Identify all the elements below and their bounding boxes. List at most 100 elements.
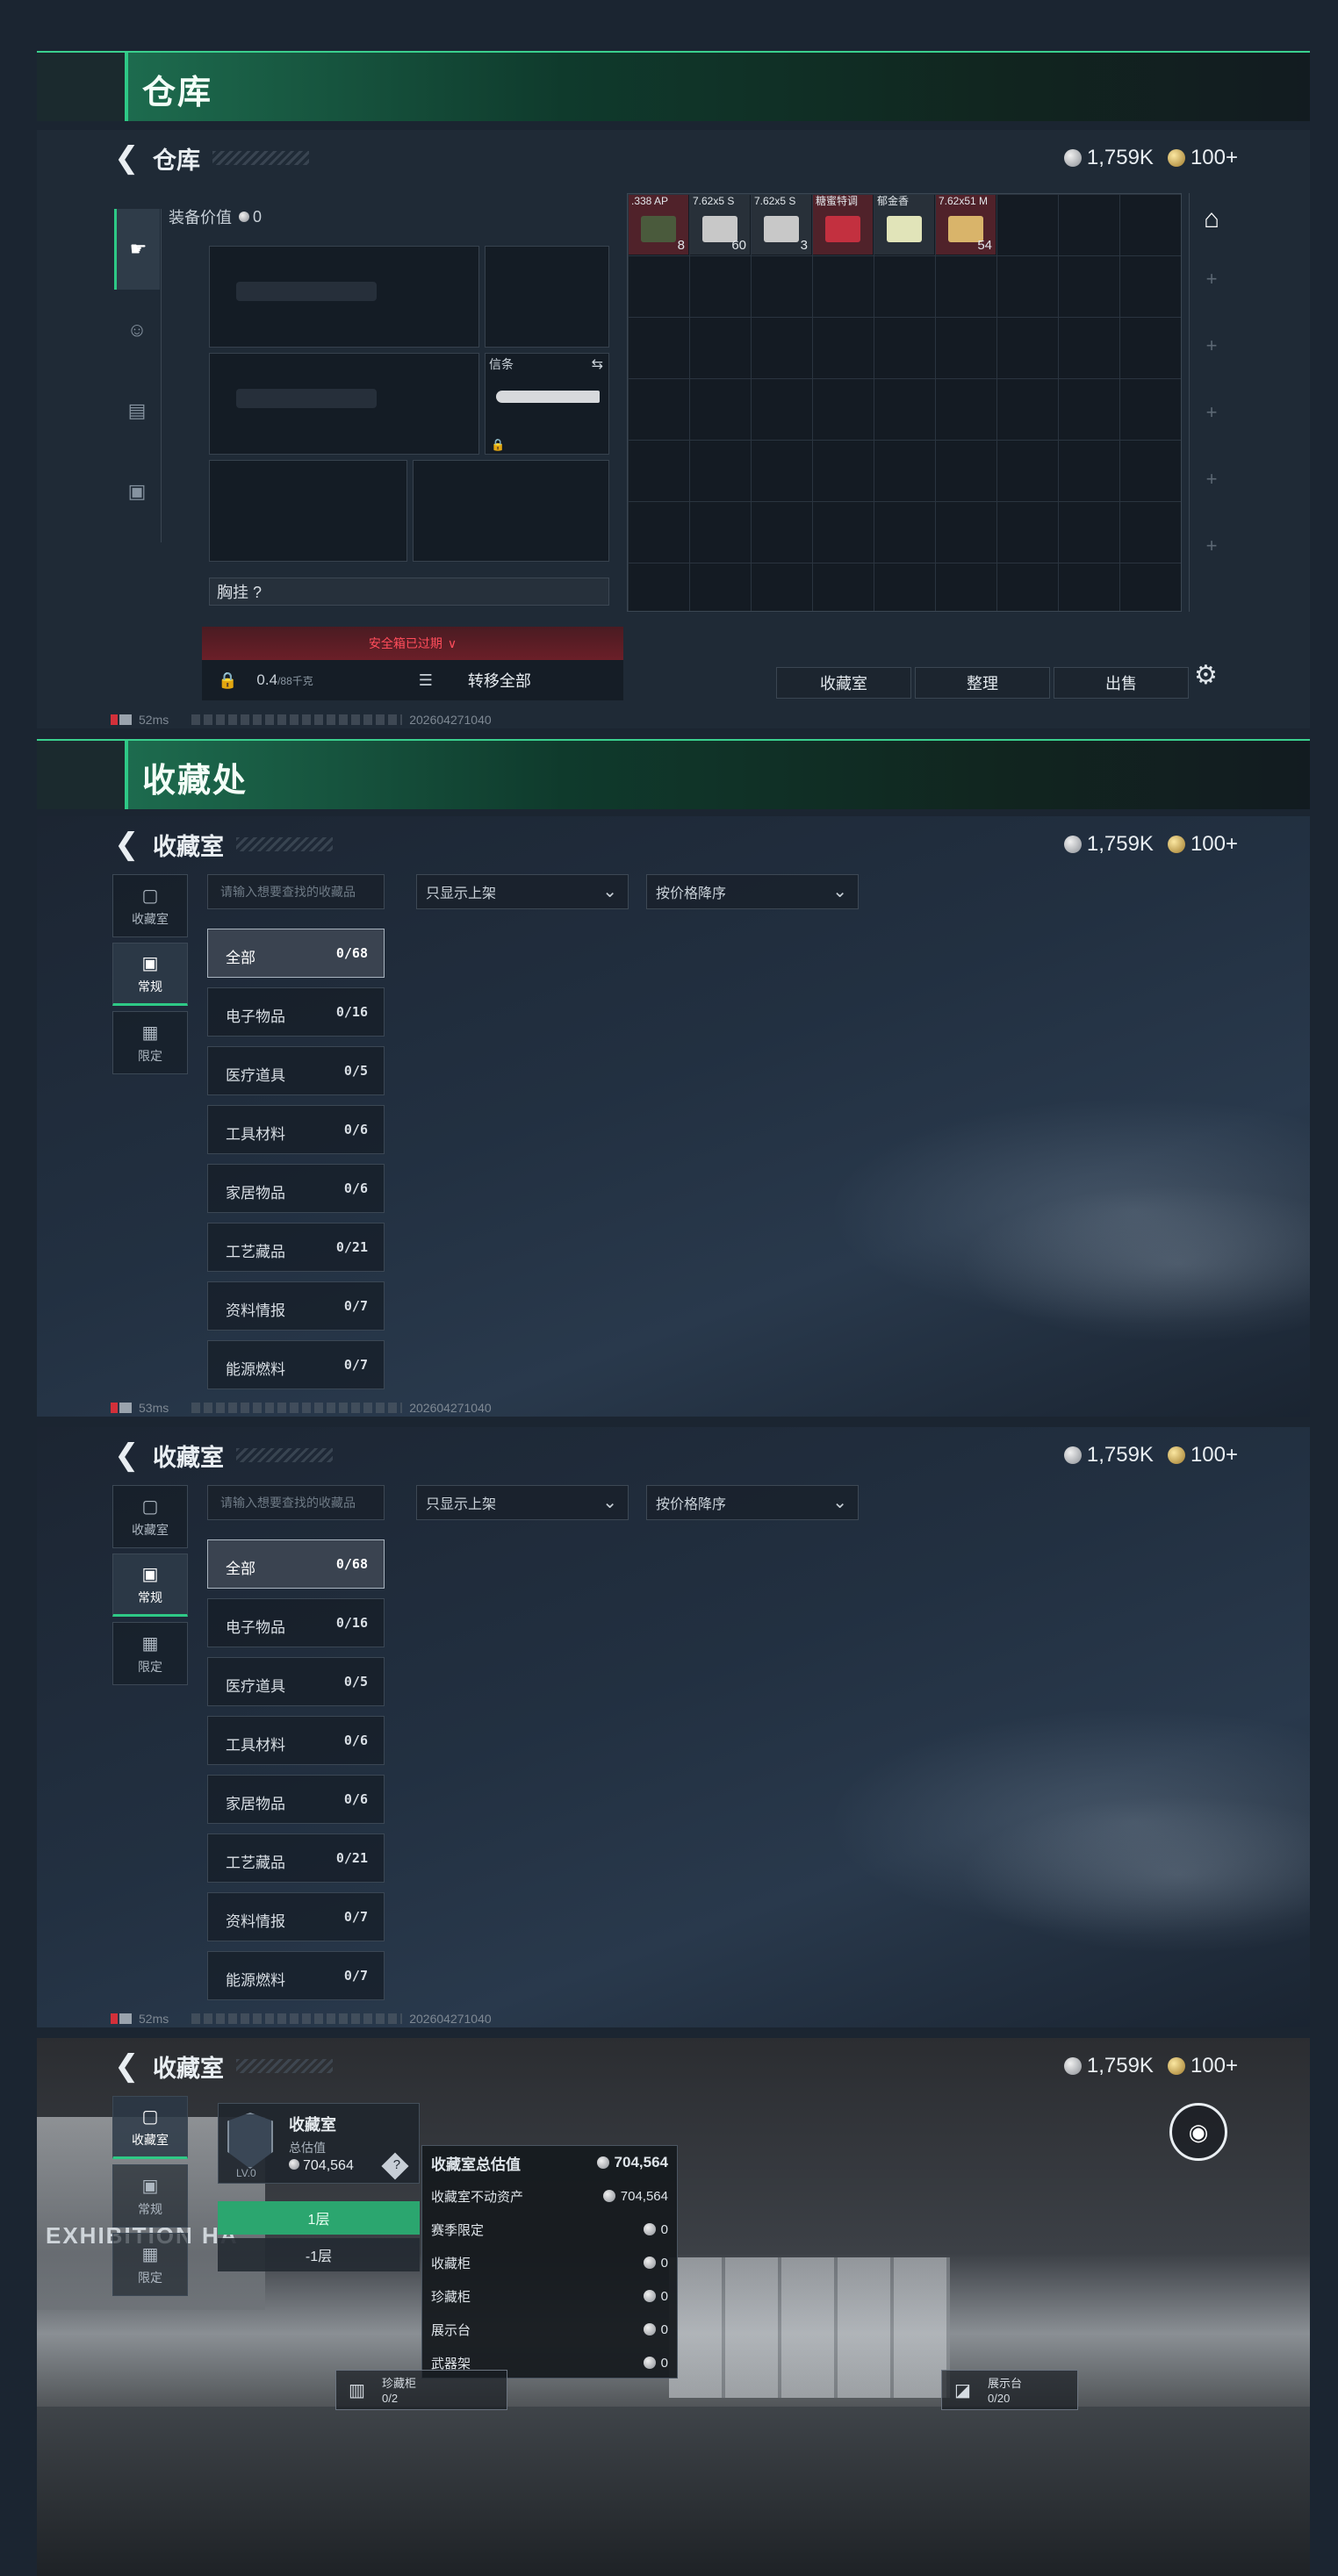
category-item[interactable]: 家居物品 0/6 <box>207 1775 385 1824</box>
item-icon <box>825 216 860 242</box>
back-arrow-icon[interactable]: ❮ <box>114 827 149 862</box>
page-title: 仓库 <box>153 147 200 174</box>
category-item[interactable]: 全部 0/68 <box>207 929 385 978</box>
page-nav: ❮ 收藏室 <box>114 827 333 862</box>
list-icon[interactable]: ☰ <box>419 671 433 690</box>
melee-slot[interactable]: 信条 ⇆ 🔒 <box>485 353 609 455</box>
transfer-all-button[interactable]: 转移全部 <box>468 669 531 692</box>
build-code: 202604271040 <box>409 713 492 727</box>
rifle-silhouette-icon <box>236 389 377 408</box>
category-item[interactable]: 工具材料 0/6 <box>207 1716 385 1765</box>
silver-coin-icon <box>239 212 249 222</box>
helmet-tab-icon[interactable]: ☺ <box>114 290 160 370</box>
help-icon[interactable]: ? <box>381 2152 409 2180</box>
collection-button[interactable]: 收藏室 <box>776 667 911 699</box>
category-item[interactable]: 医疗道具 0/5 <box>207 1046 385 1095</box>
category-item[interactable]: 工艺藏品 0/21 <box>207 1223 385 1272</box>
inventory-item[interactable]: 7.62x51 M 54 <box>936 195 996 255</box>
add-storage-icon[interactable]: + <box>1190 312 1234 379</box>
tab-limited[interactable]: ▦ 限定 <box>112 1011 188 1074</box>
filter-dropdown[interactable]: 只显示上架 ⌄ <box>416 874 629 909</box>
add-storage-icon[interactable]: + <box>1190 379 1234 446</box>
add-storage-icon[interactable]: + <box>1190 446 1234 513</box>
add-storage-icon[interactable]: + <box>1190 246 1234 312</box>
category-item[interactable]: 工具材料 0/6 <box>207 1105 385 1154</box>
armor-slot[interactable] <box>413 460 609 562</box>
tab-collection-room[interactable]: ▢ 收藏室 <box>112 2096 188 2159</box>
tab-limited[interactable]: ▦ 限定 <box>112 1622 188 1685</box>
item-name: .338 AP <box>631 195 669 207</box>
search-input[interactable]: 请输入想要查找的收藏品 <box>207 1485 385 1520</box>
collection-room-card[interactable]: LV.0 收藏室 总估值 704,564 ? <box>218 2103 420 2184</box>
tab-regular[interactable]: ▣ 常规 <box>112 1553 188 1617</box>
back-arrow-icon[interactable]: ❮ <box>114 140 149 176</box>
filter-dropdown[interactable]: 只显示上架 ⌄ <box>416 1485 629 1520</box>
category-item[interactable]: 资料情报 0/7 <box>207 1892 385 1941</box>
item-icon <box>764 216 799 242</box>
silver-coin-icon <box>602 2190 615 2202</box>
tab-limited[interactable]: ▦ 限定 <box>112 2233 188 2296</box>
camera-rotate-icon[interactable]: ◉ <box>1169 2103 1227 2161</box>
build-code: 202604271040 <box>409 2012 492 2026</box>
tab-collection-room[interactable]: ▢ 收藏室 <box>112 874 188 937</box>
primary-weapon-slot[interactable] <box>209 246 479 348</box>
gold-amount[interactable]: 100+ <box>1191 1443 1238 1467</box>
inventory-grid[interactable] <box>627 193 1182 612</box>
inventory-item[interactable]: .338 AP 8 <box>629 195 688 255</box>
sell-button[interactable]: 出售 <box>1054 667 1189 699</box>
sort-button[interactable]: 整理 <box>915 667 1050 699</box>
floor-1-button[interactable]: 1层 <box>218 2201 420 2235</box>
vest-tab-icon[interactable]: ▤ <box>114 370 160 451</box>
floor-b1-button[interactable]: -1层 <box>218 2238 420 2271</box>
back-arrow-icon[interactable]: ❮ <box>114 2049 149 2084</box>
inventory-item[interactable]: 7.62x5 S 3 <box>752 195 811 255</box>
tab-collection-room[interactable]: ▢ 收藏室 <box>112 1485 188 1548</box>
inventory-item[interactable]: 7.62x5 S 60 <box>690 195 750 255</box>
category-item[interactable]: 家居物品 0/6 <box>207 1164 385 1213</box>
blurred-id <box>191 1403 403 1413</box>
collection-icon: ▢ <box>141 2106 159 2127</box>
inventory-item[interactable]: 糖蜜特调 <box>813 195 873 255</box>
category-item[interactable]: 资料情报 0/7 <box>207 1281 385 1331</box>
tab-regular[interactable]: ▣ 常规 <box>112 943 188 1006</box>
category-name: 电子物品 <box>226 1619 285 1636</box>
weapon-tab-icon[interactable]: ☛ <box>114 209 160 290</box>
sort-dropdown[interactable]: 按价格降序 ⌄ <box>646 1485 859 1520</box>
gold-amount[interactable]: 100+ <box>1191 832 1238 857</box>
swap-icon[interactable]: ⇆ <box>592 355 603 373</box>
page-nav: ❮ 收藏室 <box>114 2049 333 2084</box>
sort-dropdown[interactable]: 按价格降序 ⌄ <box>646 874 859 909</box>
secondary-weapon-slot[interactable] <box>485 246 609 348</box>
bag-tab-icon[interactable]: ▣ <box>114 451 160 532</box>
tertiary-weapon-slot[interactable] <box>209 353 479 455</box>
display-stand-tag[interactable]: ◪ 展示台 0/20 <box>941 2370 1078 2410</box>
inventory-item[interactable]: 郁金香 <box>874 195 934 255</box>
warehouse-icon[interactable]: ⌂ <box>1190 193 1234 246</box>
back-arrow-icon[interactable]: ❮ <box>114 1438 149 1473</box>
filter-dropdown-label: 只显示上架 <box>426 886 497 901</box>
category-item[interactable]: 工艺藏品 0/21 <box>207 1833 385 1883</box>
gold-amount[interactable]: 100+ <box>1191 146 1238 170</box>
equipment-panel: 装备价值 0 <box>169 204 581 230</box>
gear-icon[interactable]: ⚙ <box>1194 660 1218 691</box>
chest-rig-row[interactable]: 胸挂 ? <box>209 578 609 606</box>
category-item[interactable]: 全部 0/68 <box>207 1539 385 1589</box>
level-label: LV.0 <box>236 2167 256 2179</box>
search-input[interactable]: 请输入想要查找的收藏品 <box>207 874 385 909</box>
tab-regular[interactable]: ▣ 常规 <box>112 2164 188 2228</box>
tab-label: 常规 <box>138 1589 162 1604</box>
safe-box-notice[interactable]: 安全箱已过期 ∨ <box>202 627 623 660</box>
category-item[interactable]: 医疗道具 0/5 <box>207 1657 385 1706</box>
card-value-number: 704,564 <box>303 2158 354 2173</box>
category-item[interactable]: 电子物品 0/16 <box>207 987 385 1037</box>
helmet-slot[interactable] <box>209 460 407 562</box>
category-item[interactable]: 能源燃料 0/7 <box>207 1951 385 2000</box>
gold-amount[interactable]: 100+ <box>1191 2054 1238 2078</box>
hall-floor-decor <box>37 2407 1310 2576</box>
add-storage-icon[interactable]: + <box>1190 513 1234 579</box>
category-item[interactable]: 能源燃料 0/7 <box>207 1340 385 1389</box>
valuation-number: 0 <box>660 2288 668 2304</box>
cabinet-tag-left[interactable]: ▥ 珍藏柜 0/2 <box>335 2370 507 2410</box>
currency-display: 1,759K 100+ <box>1063 2054 1238 2078</box>
category-item[interactable]: 电子物品 0/16 <box>207 1598 385 1647</box>
